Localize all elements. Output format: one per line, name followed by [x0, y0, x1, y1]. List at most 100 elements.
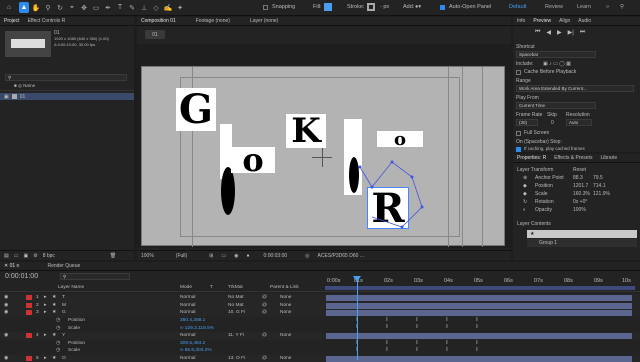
selection-tool-icon[interactable]: ▲: [19, 2, 29, 13]
shortcut-dropdown[interactable]: Spacebar: [516, 51, 596, 58]
tab-libraries[interactable]: Librarie: [600, 155, 617, 161]
tab-timeline-comp[interactable]: ✕ 01 ≡: [4, 263, 19, 269]
play-icon[interactable]: ▶: [557, 29, 562, 36]
zoom-tool-icon[interactable]: ⚲: [43, 2, 53, 13]
keyframe-icon[interactable]: I: [385, 317, 389, 323]
tab-effect-controls[interactable]: Effect Controls R: [28, 18, 66, 24]
label-color-swatch[interactable]: [26, 295, 32, 301]
clone-stamp-icon[interactable]: ⊥: [139, 2, 149, 13]
timeline-property-row[interactable]: ◷Scale∞ 66.6,303.2%IIIII: [0, 347, 640, 355]
group-row[interactable]: Group 1: [527, 239, 637, 247]
snapshot-icon[interactable]: ◎: [305, 253, 309, 259]
last-frame-icon[interactable]: ⏭: [580, 29, 585, 36]
brush-tool-icon[interactable]: ✎: [127, 2, 137, 13]
workspace-default[interactable]: Default: [509, 4, 526, 10]
work-area-bar[interactable]: [325, 286, 635, 290]
layer-parent-dropdown[interactable]: None: [280, 310, 291, 315]
settings-icon[interactable]: ⚙: [33, 253, 37, 259]
tab-composition[interactable]: Composition 01: [141, 18, 176, 24]
tab-effects-presets[interactable]: Effects & Presets: [554, 155, 592, 161]
letter-o-1[interactable]: o: [231, 147, 275, 173]
pen-tool-icon[interactable]: ✒: [103, 2, 113, 13]
play-from-dropdown[interactable]: Current Time: [516, 102, 596, 109]
visibility-eye-icon[interactable]: ◉: [4, 356, 8, 361]
project-item-row[interactable]: ▣ 01: [0, 93, 134, 100]
layer-name[interactable]: O: [62, 356, 66, 361]
position-y[interactable]: 714.1: [593, 183, 606, 189]
parent-pickwhip-icon[interactable]: @: [262, 310, 267, 315]
timeline-layer-row[interactable]: ◉ 5 ▸ ★ O Normal 13. O Fi @ None: [0, 354, 640, 362]
new-folder-icon[interactable]: ▭: [14, 253, 19, 259]
opacity-value[interactable]: 100%: [573, 207, 586, 213]
project-search-input[interactable]: ⚲: [5, 74, 127, 81]
property-value[interactable]: 309.5,484.2: [180, 341, 205, 346]
visibility-eye-icon[interactable]: ◉: [4, 333, 8, 338]
label-color-swatch[interactable]: [26, 302, 32, 308]
letter-o-2[interactable]: o: [377, 131, 423, 147]
expand-arrow-icon[interactable]: ▸: [44, 310, 46, 315]
stopwatch-icon[interactable]: ◷: [56, 318, 60, 323]
hand-tool-icon[interactable]: ✋: [31, 2, 41, 13]
label-color-swatch[interactable]: [26, 310, 32, 316]
keyframe-icon[interactable]: I: [445, 348, 449, 353]
layer-parent-dropdown[interactable]: None: [280, 333, 291, 338]
layer-mode-dropdown[interactable]: Normal: [180, 356, 195, 361]
timeline-property-row[interactable]: ◷Position309.5,484.2IIIII: [0, 340, 640, 348]
parent-pickwhip-icon[interactable]: @: [262, 303, 267, 308]
position-x[interactable]: 1201.7: [573, 183, 588, 189]
parent-pickwhip-icon[interactable]: @: [262, 356, 267, 361]
interpret-icon[interactable]: ▤: [4, 253, 9, 259]
timeline-timecode[interactable]: 0:00:01:00: [5, 273, 38, 280]
rotation-value[interactable]: 0x +0°: [573, 199, 587, 205]
bpc-label[interactable]: 8 bpc: [43, 253, 55, 259]
comp-breadcrumb[interactable]: 01: [145, 30, 165, 39]
tab-align[interactable]: Align: [559, 18, 570, 24]
add-dropdown-icon[interactable]: ●▾: [415, 4, 421, 10]
stopwatch-icon[interactable]: ◷: [56, 326, 60, 331]
keyframe-icon[interactable]: I: [385, 348, 389, 353]
keyframe-icon[interactable]: I: [475, 325, 479, 330]
tab-render-queue[interactable]: Render Queue: [47, 263, 80, 269]
keyframe-icon[interactable]: I: [415, 317, 419, 323]
range-dropdown[interactable]: Work Area Extended By Current...: [516, 85, 634, 92]
layer-mode-dropdown[interactable]: Normal: [180, 310, 195, 315]
timeline-property-row[interactable]: ◷Scale∞ 129.3,118.5%IIIII: [0, 324, 640, 332]
timeline-search-input[interactable]: ⚲: [60, 273, 130, 280]
expand-arrow-icon[interactable]: ▸: [44, 356, 46, 361]
scale-y[interactable]: 121.9%: [593, 191, 610, 197]
layer-name[interactable]: G: [62, 310, 66, 315]
prev-frame-icon[interactable]: ◀: [546, 29, 551, 36]
keyframe-icon[interactable]: I: [385, 325, 389, 330]
auto-open-checkbox[interactable]: [440, 5, 445, 10]
tab-layer[interactable]: Layer (none): [250, 18, 278, 24]
stroke-swatch[interactable]: [367, 3, 375, 11]
expand-arrow-icon[interactable]: ▸: [44, 295, 46, 300]
camera-tool-icon[interactable]: ⌖: [67, 2, 77, 13]
layer-name[interactable]: Y: [62, 333, 65, 338]
visibility-eye-icon[interactable]: ◉: [4, 295, 8, 300]
property-value[interactable]: ∞ 66.6,303.2%: [180, 348, 212, 353]
puppet-tool-icon[interactable]: ✦: [175, 2, 185, 13]
anchor-x[interactable]: 88.3: [573, 175, 583, 181]
pan-behind-tool-icon[interactable]: ✥: [79, 2, 89, 13]
layer-duration-bar[interactable]: [326, 355, 632, 362]
layer-trkmat-dropdown[interactable]: 11. Y Fi: [228, 333, 244, 338]
keyframe-icon[interactable]: I: [415, 348, 419, 353]
home-icon[interactable]: ⌂: [4, 2, 14, 13]
include-icons[interactable]: ▣ ♪ ▭ ◯ ▦: [543, 61, 571, 67]
visibility-eye-icon[interactable]: ◉: [4, 303, 8, 308]
fill-swatch[interactable]: [324, 3, 332, 11]
expand-arrow-icon[interactable]: ▸: [44, 303, 46, 308]
keyframe-icon[interactable]: I: [385, 340, 389, 346]
color-channel-icon[interactable]: ●: [247, 253, 250, 259]
layer-duration-bar[interactable]: [326, 302, 632, 309]
layer-parent-dropdown[interactable]: None: [280, 295, 291, 300]
label-color-swatch[interactable]: [26, 356, 32, 362]
keyframe-icon[interactable]: I: [475, 348, 479, 353]
contents-row[interactable]: ★: [527, 230, 637, 238]
trash-icon[interactable]: 🗑: [110, 253, 116, 259]
camera-icon[interactable]: ◉: [234, 253, 238, 259]
timeline-layer-row[interactable]: ◉ 2 ▸ ★ M Normal No Mat @ None: [0, 301, 640, 310]
workspace-review[interactable]: Review: [545, 4, 563, 10]
layer-trkmat-dropdown[interactable]: No Mat: [228, 303, 243, 308]
